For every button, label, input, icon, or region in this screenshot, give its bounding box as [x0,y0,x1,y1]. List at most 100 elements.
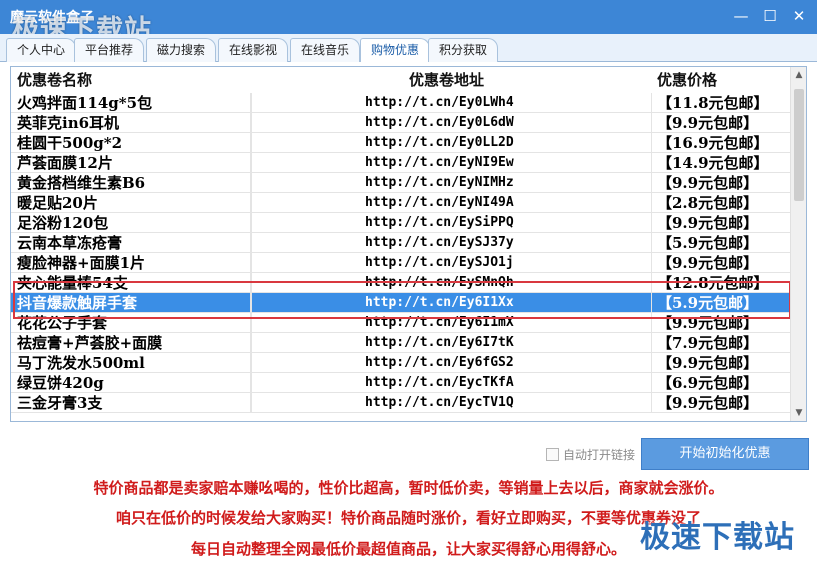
table-header: 优惠卷名称 优惠卷地址 优惠价格 [11,67,791,91]
table-row[interactable]: 祛痘膏+芦荟胶+面膜 http://t.cn/Ey6I7tK 【7.9元包邮】 [11,333,791,353]
coupon-price-cell: 【5.9元包邮】 [657,294,759,312]
coupon-name-cell: 火鸡拌面114g*5包 [17,93,251,113]
column-header-name[interactable]: 优惠卷名称 [17,69,92,90]
table-row[interactable]: 英菲克in6耳机 http://t.cn/Ey0L6dW 【9.9元包邮】 [11,113,791,133]
maximize-icon[interactable]: ☐ [759,6,781,26]
coupon-url-cell: http://t.cn/EySiPPQ [365,215,514,230]
column-divider [651,193,652,213]
column-divider [651,393,652,413]
coupon-url-cell: http://t.cn/EySJO1j [365,255,514,270]
column-divider [251,373,252,393]
coupon-url-cell: http://t.cn/Ey6I1mX [365,315,514,330]
column-divider [251,233,252,253]
table-row[interactable]: 瘦脸神器+面膜1片 http://t.cn/EySJO1j 【9.9元包邮】 [11,253,791,273]
column-divider [651,373,652,393]
coupon-price-cell: 【9.9元包邮】 [657,354,759,372]
coupon-url-cell: http://t.cn/EycTKfA [365,375,514,390]
tab-shopping-deals[interactable]: 购物优惠 [360,38,431,62]
table-row[interactable]: 芦荟面膜12片 http://t.cn/EyNI9Ew 【14.9元包邮】 [11,153,791,173]
column-divider [251,393,252,413]
coupon-name-cell: 云南本草冻疮膏 [17,233,251,253]
table-row[interactable]: 三金牙膏3支 http://t.cn/EycTV1Q 【9.9元包邮】 [11,393,791,413]
coupon-url-cell: http://t.cn/EyNI49A [365,195,514,210]
column-divider [651,353,652,373]
table-row[interactable]: 足浴粉120包 http://t.cn/EySiPPQ 【9.9元包邮】 [11,213,791,233]
column-divider [651,313,652,333]
coupon-url-cell: http://t.cn/EyNI9Ew [365,155,514,170]
column-divider [651,333,652,353]
tab-online-music[interactable]: 在线音乐 [290,38,361,62]
coupon-name-cell: 桂圆干500g*2 [17,133,251,153]
coupon-price-cell: 【2.8元包邮】 [657,194,759,212]
coupon-name-cell: 暖足贴20片 [17,193,251,213]
coupon-price-cell: 【7.9元包邮】 [657,334,759,352]
coupon-price-cell: 【12.8元包邮】 [657,274,769,292]
column-divider [251,213,252,233]
column-divider [651,273,652,293]
minimize-icon[interactable]: — [730,6,752,26]
watermark-bottom: 极速下载站 [640,520,795,555]
coupon-price-cell: 【9.9元包邮】 [657,314,759,332]
notice-line-1: 特价商品都是卖家赔本赚吆喝的，性价比超高，暂时低价卖，等销量上去以后，商家就会涨… [93,479,724,497]
coupon-price-cell: 【11.8元包邮】 [657,94,769,112]
coupon-name-cell: 夹心能量棒54支 [17,273,251,293]
column-divider [651,93,652,113]
tab-points[interactable]: 积分获取 [428,38,499,62]
tab-platform-recommend[interactable]: 平台推荐 [74,38,145,62]
coupon-price-cell: 【9.9元包邮】 [657,394,759,412]
table-row[interactable]: 抖音爆款触屏手套 http://t.cn/Ey6I1Xx 【5.9元包邮】 [11,293,791,313]
coupon-name-cell: 抖音爆款触屏手套 [17,293,251,313]
column-divider [651,253,652,273]
auto-open-checkbox[interactable]: 自动打开链接 [546,446,635,463]
column-divider [651,113,652,133]
close-icon[interactable]: ✕ [788,6,810,26]
auto-open-label: 自动打开链接 [563,448,636,462]
coupon-url-cell: http://t.cn/Ey0LL2D [365,135,514,150]
coupon-url-cell: http://t.cn/Ey6I7tK [365,335,514,350]
start-init-button[interactable]: 开始初始化优惠 [641,438,809,470]
column-divider [651,213,652,233]
checkbox-icon[interactable] [546,448,559,461]
coupon-name-cell: 三金牙膏3支 [17,393,251,413]
column-header-price[interactable]: 优惠价格 [657,69,717,90]
tab-personal-center[interactable]: 个人中心 [6,38,77,62]
table-row[interactable]: 花花公子手套 http://t.cn/Ey6I1mX 【9.9元包邮】 [11,313,791,333]
coupon-name-cell: 英菲克in6耳机 [17,113,251,133]
coupon-price-cell: 【9.9元包邮】 [657,214,759,232]
tab-magnet-search[interactable]: 磁力搜索 [146,38,217,62]
table-row[interactable]: 暖足贴20片 http://t.cn/EyNI49A 【2.8元包邮】 [11,193,791,213]
table-row[interactable]: 夹心能量棒54支 http://t.cn/EySMnQh 【12.8元包邮】 [11,273,791,293]
scroll-thumb[interactable] [794,89,804,201]
column-header-url[interactable]: 优惠卷地址 [409,69,484,90]
column-divider [251,173,252,193]
scroll-down-icon[interactable]: ▼ [791,405,806,421]
coupon-table: 优惠卷名称 优惠卷地址 优惠价格 火鸡拌面114g*5包 http://t.cn/… [10,66,807,422]
column-divider [251,353,252,373]
column-divider [251,313,252,333]
coupon-name-cell: 马丁洗发水500ml [17,353,251,373]
vertical-scrollbar[interactable]: ▲ ▼ [790,67,806,421]
column-divider [651,233,652,253]
coupon-url-cell: http://t.cn/Ey0L6dW [365,115,514,130]
tab-online-video[interactable]: 在线影视 [218,38,289,62]
coupon-url-cell: http://t.cn/EyNIMHz [365,175,514,190]
table-row[interactable]: 云南本草冻疮膏 http://t.cn/EySJ37y 【5.9元包邮】 [11,233,791,253]
column-divider [251,193,252,213]
table-row[interactable]: 桂圆干500g*2 http://t.cn/Ey0LL2D 【16.9元包邮】 [11,133,791,153]
column-divider [251,133,252,153]
scroll-up-icon[interactable]: ▲ [791,67,806,83]
coupon-url-cell: http://t.cn/EySJ37y [365,235,514,250]
column-divider [651,153,652,173]
table-row[interactable]: 黄金搭档维生素B6 http://t.cn/EyNIMHz 【9.9元包邮】 [11,173,791,193]
table-row[interactable]: 马丁洗发水500ml http://t.cn/Ey6fGS2 【9.9元包邮】 [11,353,791,373]
coupon-price-cell: 【9.9元包邮】 [657,254,759,272]
coupon-price-cell: 【9.9元包邮】 [657,174,759,192]
coupon-price-cell: 【6.9元包邮】 [657,374,759,392]
column-divider [651,133,652,153]
coupon-name-cell: 黄金搭档维生素B6 [17,173,251,193]
coupon-price-cell: 【14.9元包邮】 [657,154,769,172]
table-row[interactable]: 绿豆饼420g http://t.cn/EycTKfA 【6.9元包邮】 [11,373,791,393]
table-row[interactable]: 火鸡拌面114g*5包 http://t.cn/Ey0LWh4 【11.8元包邮】 [11,93,791,113]
coupon-name-cell: 瘦脸神器+面膜1片 [17,253,251,273]
coupon-price-cell: 【16.9元包邮】 [657,134,769,152]
